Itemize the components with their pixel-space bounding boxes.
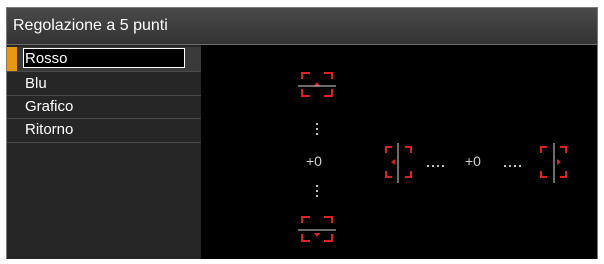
top-point-icon[interactable] [298,69,336,99]
menu-item-grafico[interactable]: Grafico [7,95,201,119]
vertical-value: +0 [306,153,322,169]
title-bar: Regolazione a 5 punti [7,8,597,45]
adjustment-panel: +0 +0 [201,45,597,259]
selection-marker [7,47,17,71]
horizontal-value: +0 [465,153,481,169]
vertical-dots-bottom [316,185,318,200]
options-menu: Rosso Blu Grafico Ritorno [7,45,201,259]
menu-item-ritorno[interactable]: Ritorno [7,118,201,142]
menu-item-label: Grafico [25,98,74,115]
menu-item-label: Blu [25,75,47,92]
vertical-dots-top [316,123,318,138]
right-point-icon[interactable] [538,143,570,183]
bottom-point-icon[interactable] [298,213,336,245]
menu-item-label: Ritorno [25,121,74,138]
dialog-frame: Regolazione a 5 punti Rosso Blu Grafico … [6,7,598,259]
horizontal-dots-right [504,165,524,167]
menu-item-rosso[interactable]: Rosso [7,47,201,71]
menu-item-blu[interactable]: Blu [7,72,201,96]
menu-item-label: Rosso [25,50,68,67]
left-point-icon[interactable] [383,143,415,183]
dialog-title: Regolazione a 5 punti [13,17,168,34]
horizontal-dots-left [427,165,447,167]
menu-divider [7,142,201,143]
